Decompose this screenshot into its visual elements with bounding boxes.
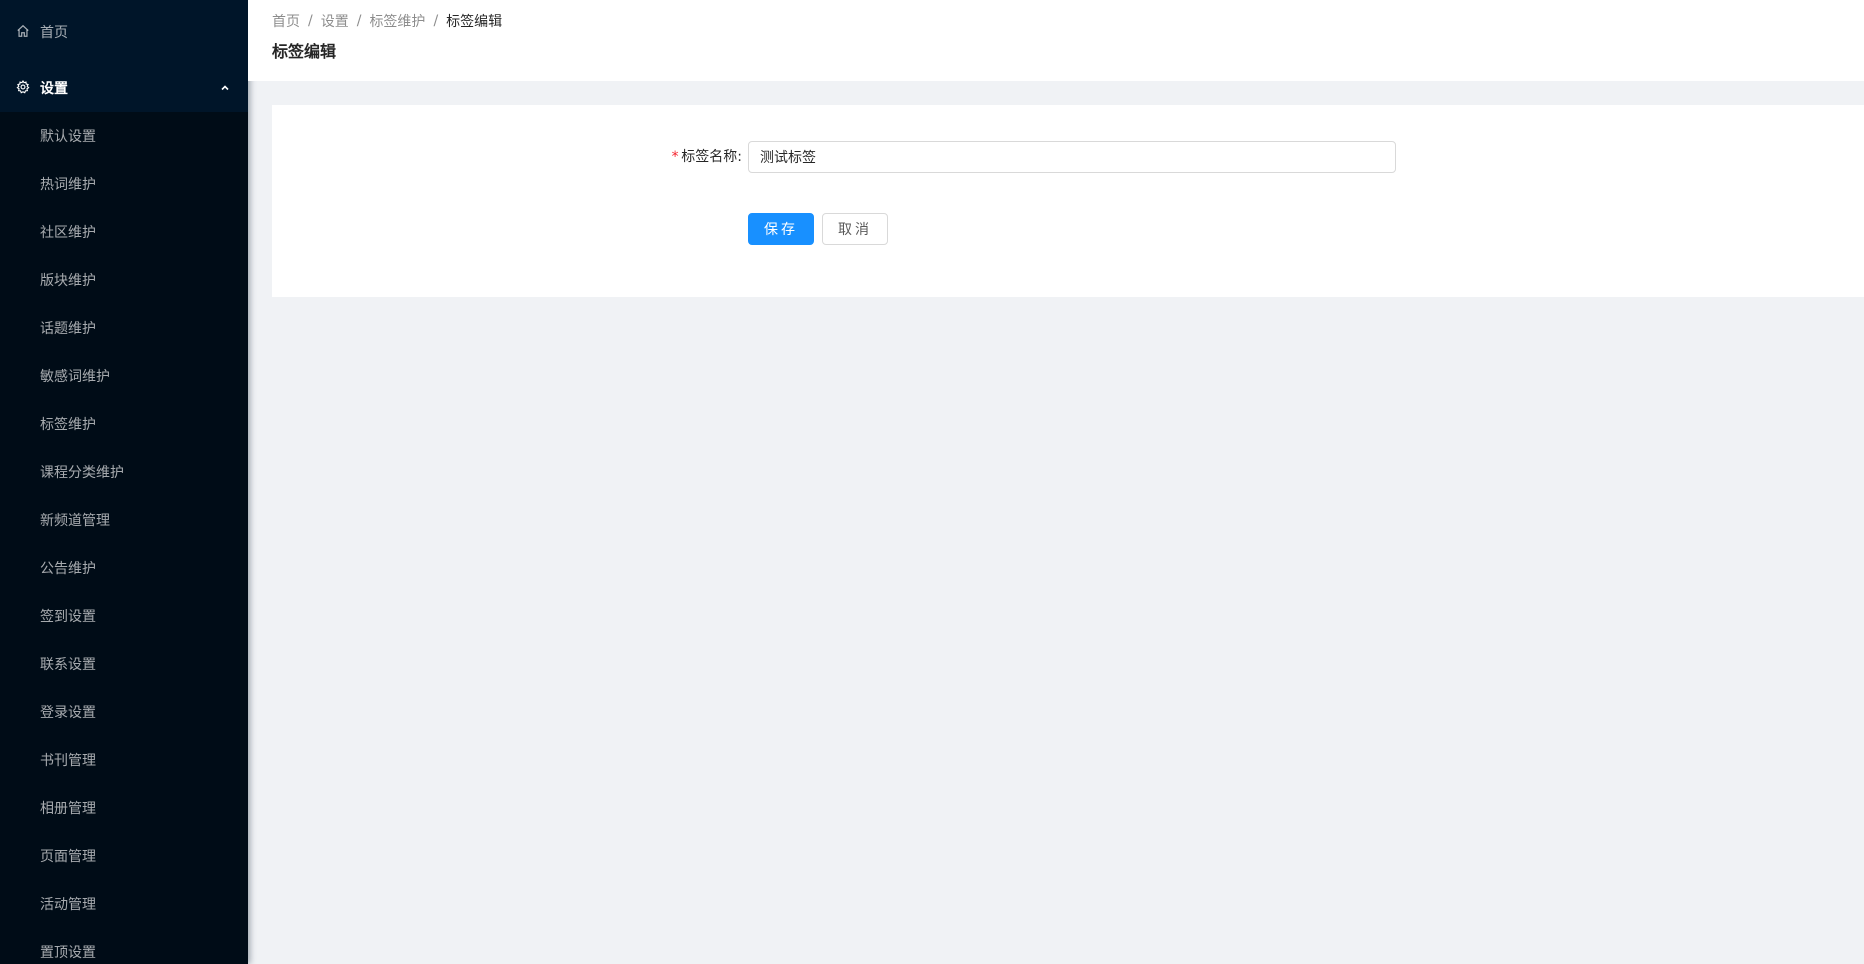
sidebar-item-label: 话题维护	[40, 321, 96, 337]
sidebar-item-sections[interactable]: 版块维护	[0, 256, 248, 304]
sidebar-item-label: 默认设置	[40, 129, 96, 145]
sidebar-item-books[interactable]: 书刊管理	[0, 736, 248, 784]
sidebar-item-pinned[interactable]: 置顶设置	[0, 928, 248, 964]
page-title: 标签编辑	[272, 42, 337, 61]
breadcrumb-separator: /	[356, 13, 362, 29]
sidebar-item-label: 登录设置	[40, 705, 96, 721]
sidebar-submenu-label: 设置	[40, 81, 68, 97]
sidebar-item-login[interactable]: 登录设置	[0, 688, 248, 736]
sidebar-item-label: 课程分类维护	[40, 465, 124, 481]
gear-icon	[16, 80, 32, 96]
sidebar: 首页 设置 默认设置 热词维护 社区维护 版块维护 话题维护 敏感词维护 标签维…	[0, 0, 248, 964]
sidebar-item-label: 新频道管理	[40, 513, 110, 529]
breadcrumb: 首页 / 设置 / 标签维护 / 标签编辑	[272, 12, 1840, 30]
tag-name-label: * 标签名称:	[652, 141, 748, 173]
sidebar-item-label: 社区维护	[40, 225, 96, 241]
sidebar-item-announcements[interactable]: 公告维护	[0, 544, 248, 592]
tag-name-input[interactable]	[748, 141, 1396, 173]
home-icon	[16, 24, 32, 40]
sidebar-item-pages[interactable]: 页面管理	[0, 832, 248, 880]
sidebar-item-label: 首页	[40, 25, 68, 41]
sidebar-item-course-categories[interactable]: 课程分类维护	[0, 448, 248, 496]
page-header: 首页 / 设置 / 标签维护 / 标签编辑 标签编辑	[248, 0, 1864, 81]
main-content: 首页 / 设置 / 标签维护 / 标签编辑 标签编辑 *标签名称: 保存 取消	[248, 0, 1864, 964]
sidebar-item-checkin[interactable]: 签到设置	[0, 592, 248, 640]
sidebar-item-label: 活动管理	[40, 897, 96, 913]
sidebar-item-label: 页面管理	[40, 849, 96, 865]
sidebar-item-label: 签到设置	[40, 609, 96, 625]
sidebar-item-contact[interactable]: 联系设置	[0, 640, 248, 688]
sidebar-item-label: 标签维护	[40, 417, 96, 433]
sidebar-item-label: 置顶设置	[40, 945, 96, 961]
sidebar-item-sensitive-words[interactable]: 敏感词维护	[0, 352, 248, 400]
breadcrumb-tag-maintenance[interactable]: 标签维护	[369, 11, 425, 31]
tag-name-label-text: 标签名称:	[681, 149, 742, 165]
sidebar-item-label: 书刊管理	[40, 753, 96, 769]
sidebar-item-activities[interactable]: 活动管理	[0, 880, 248, 928]
sidebar-item-hotwords[interactable]: 热词维护	[0, 160, 248, 208]
form-actions: 保存 取消	[748, 213, 888, 245]
sidebar-item-community[interactable]: 社区维护	[0, 208, 248, 256]
breadcrumb-current: 标签编辑	[446, 14, 503, 30]
sidebar-item-label: 敏感词维护	[40, 369, 110, 385]
save-button[interactable]: 保存	[748, 213, 814, 245]
breadcrumb-separator: /	[433, 13, 439, 29]
sidebar-item-channels[interactable]: 新频道管理	[0, 496, 248, 544]
chevron-up-icon	[220, 83, 230, 93]
breadcrumb-separator: /	[308, 13, 313, 29]
required-mark: *	[670, 149, 680, 165]
sidebar-item-default-settings[interactable]: 默认设置	[0, 112, 248, 160]
sidebar-submenu-settings[interactable]: 设置	[0, 64, 248, 112]
sidebar-item-label: 公告维护	[40, 561, 96, 577]
sidebar-item-tags[interactable]: 标签维护	[0, 400, 248, 448]
sidebar-item-label: 相册管理	[40, 801, 96, 817]
sidebar-submenu-items: 默认设置 热词维护 社区维护 版块维护 话题维护 敏感词维护 标签维护 课程分类…	[0, 112, 248, 964]
form-card: *标签名称: 保存 取消	[272, 105, 1864, 297]
sidebar-item-label: 联系设置	[40, 657, 96, 673]
sidebar-item-label: 热词维护	[40, 177, 96, 193]
sidebar-item-topics[interactable]: 话题维护	[0, 304, 248, 352]
sidebar-item-albums[interactable]: 相册管理	[0, 784, 248, 832]
sidebar-item-home[interactable]: 首页	[0, 0, 248, 64]
breadcrumb-home[interactable]: 首页	[272, 11, 300, 31]
form-row-tag-name: * 标签名称:	[272, 141, 1864, 173]
breadcrumb-settings[interactable]: 设置	[321, 11, 349, 31]
cancel-button[interactable]: 取消	[822, 213, 888, 245]
app-root: 首页 设置 默认设置 热词维护 社区维护 版块维护 话题维护 敏感词维护 标签维…	[0, 0, 1864, 964]
sidebar-item-label: 版块维护	[40, 273, 96, 289]
